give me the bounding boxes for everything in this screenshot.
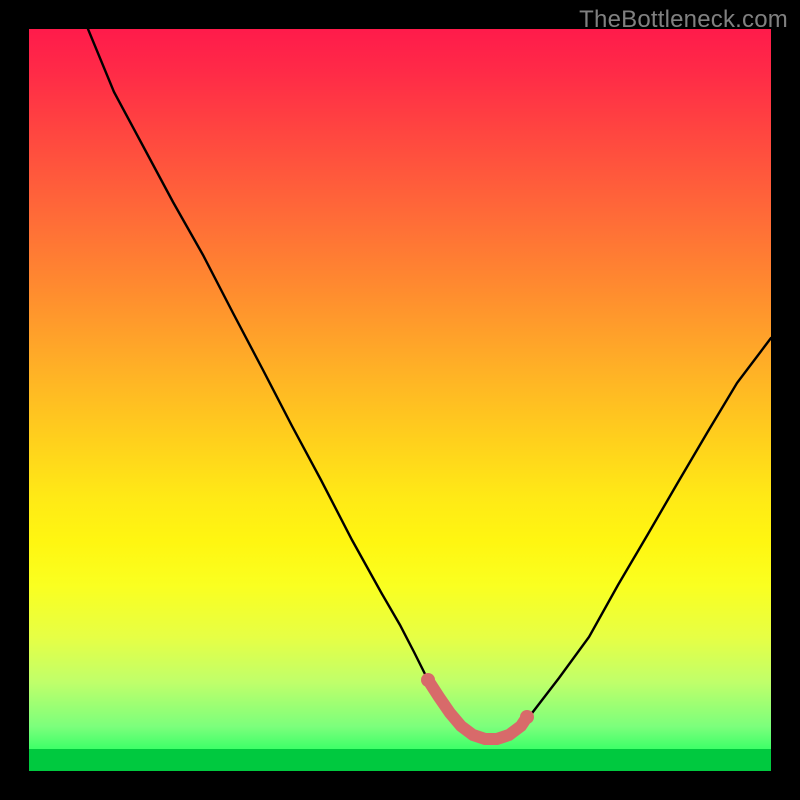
curve-svg <box>29 29 771 771</box>
highlight-end-right <box>520 710 534 724</box>
chart-frame <box>29 29 771 771</box>
highlight-arc <box>428 680 527 739</box>
baseline-band <box>29 749 771 771</box>
bottleneck-curve <box>88 29 771 736</box>
highlight-end-left <box>421 673 435 687</box>
watermark-text: TheBottleneck.com <box>579 6 788 34</box>
